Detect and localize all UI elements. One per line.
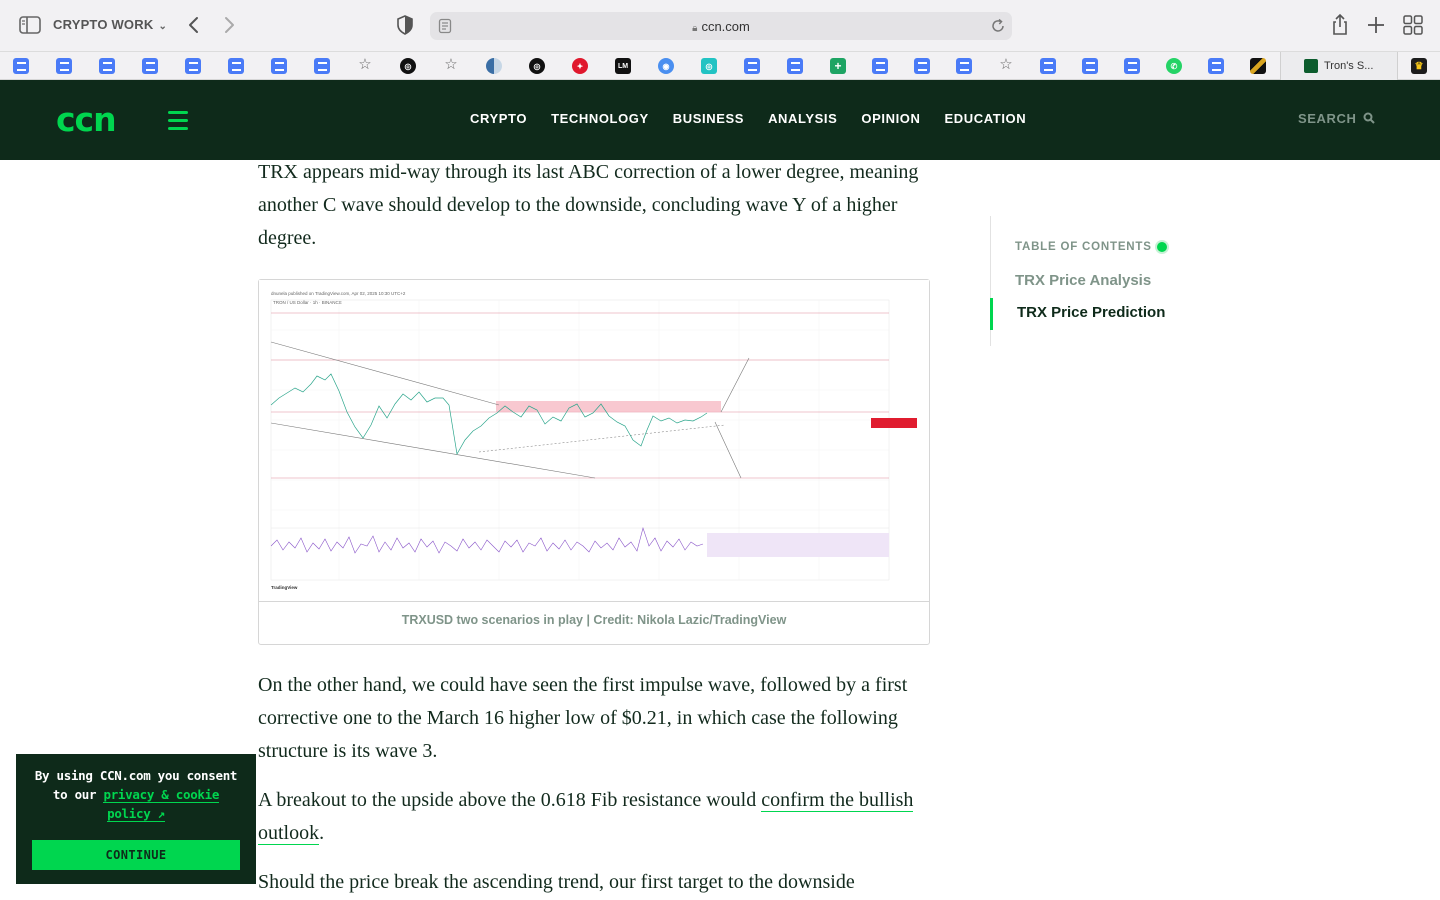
tradingview-chart-image[interactable]: dnunela published on TradingView.com, Ap… (259, 280, 929, 602)
privacy-shield-icon[interactable] (396, 15, 414, 35)
bookmark-docs-icon[interactable] (1082, 58, 1098, 74)
nav-business[interactable]: BUSINESS (673, 111, 744, 126)
bookmark-star-icon[interactable]: ☆ (357, 56, 373, 73)
chart-symbol-text: TRON / US Dollar · 1h · BINANCE (273, 300, 342, 305)
article-figure: dnunela published on TradingView.com, Ap… (258, 279, 930, 645)
reload-icon[interactable] (991, 18, 1006, 34)
paragraph-text: A breakout to the upside above the 0.618… (258, 789, 762, 811)
privacy-policy-link[interactable]: privacy & cookie policy ↗ (103, 787, 219, 822)
bookmark-docs-icon[interactable] (185, 58, 201, 74)
table-of-contents: TABLE OF CONTENTS TRX Price Analysis TRX… (990, 216, 1220, 346)
toc-active-indicator (990, 298, 993, 330)
bookmark-star-icon[interactable]: ☆ (443, 56, 459, 73)
toc-item-trx-price-analysis[interactable]: TRX Price Analysis (1015, 272, 1151, 289)
main-nav: CRYPTO TECHNOLOGY BUSINESS ANALYSIS OPIN… (470, 111, 1026, 126)
toc-title: TABLE OF CONTENTS (1015, 241, 1152, 253)
search-label: SEARCH (1298, 111, 1357, 126)
article-paragraph: TRX appears mid-way through its last ABC… (258, 161, 919, 249)
address-bar[interactable]: 🔒︎ ccn.com (430, 12, 1012, 40)
hamburger-menu-icon[interactable] (168, 111, 188, 130)
bookmark-docs-icon[interactable] (271, 58, 287, 74)
sidebar-toggle-icon[interactable] (19, 15, 41, 35)
bookmark-docs-icon[interactable] (56, 58, 72, 74)
forward-arrow-icon[interactable] (219, 14, 239, 36)
bookmark-globe-icon[interactable] (486, 58, 502, 74)
article-paragraph: A breakout to the upside above the 0.618… (258, 784, 930, 850)
nav-crypto[interactable]: CRYPTO (470, 111, 527, 126)
nav-technology[interactable]: TECHNOLOGY (551, 111, 649, 126)
bookmark-docs-icon[interactable] (13, 58, 29, 74)
tab-group-selector[interactable]: CRYPTO WORK ⌄ (53, 17, 167, 32)
bookmark-docs-icon[interactable] (228, 58, 244, 74)
site-header: ccn CRYPTO TECHNOLOGY BUSINESS ANALYSIS … (0, 80, 1440, 160)
bookmark-crown-icon[interactable]: ♛ (1411, 58, 1427, 74)
new-tab-icon[interactable] (1366, 14, 1386, 36)
bookmark-docs-icon[interactable] (99, 58, 115, 74)
bookmark-star-icon[interactable]: ☆ (998, 56, 1014, 73)
nav-analysis[interactable]: ANALYSIS (768, 111, 837, 126)
toc-progress-icon (1155, 240, 1169, 254)
tab-group-label: CRYPTO WORK (53, 17, 154, 32)
chevron-down-icon: ⌄ (158, 21, 168, 32)
tab-favicon-icon (1304, 59, 1318, 73)
bookmark-target-icon[interactable]: ◉ (658, 58, 674, 74)
browser-toolbar: CRYPTO WORK ⌄ 🔒︎ ccn.com (0, 0, 1440, 52)
lock-icon: 🔒︎ (692, 23, 698, 34)
bookmark-docs-icon[interactable] (744, 58, 760, 74)
trx-chart-svg: dnunela published on TradingView.com, Ap… (270, 291, 917, 590)
search-icon (1363, 112, 1375, 124)
url-display[interactable]: 🔒︎ ccn.com (430, 19, 1012, 34)
bookmarks-bar: ☆ ◎ ☆ ◎ ✦ LM ◉ ◎ + ☆ ✆ Tron's S... ♛ (0, 52, 1440, 80)
paragraph-text: . (319, 822, 325, 844)
tab-title: Tron's S... (1324, 60, 1374, 72)
continue-button[interactable]: CONTINUE (32, 840, 240, 870)
bookmark-lm-icon[interactable]: LM (615, 58, 631, 74)
bookmark-docs-icon[interactable] (1040, 58, 1056, 74)
bookmark-whatsapp-icon[interactable]: ✆ (1166, 58, 1182, 74)
bookmark-chatgpt-icon[interactable]: ◎ (529, 58, 545, 74)
bookmark-docs-icon[interactable] (956, 58, 972, 74)
nav-education[interactable]: EDUCATION (945, 111, 1027, 126)
bookmark-sheets-icon[interactable]: + (830, 58, 846, 74)
toc-item-trx-price-prediction[interactable]: TRX Price Prediction (1017, 304, 1165, 321)
article-paragraph: Should the price break the ascending tre… (258, 871, 855, 893)
url-text: ccn.com (701, 19, 750, 34)
share-icon[interactable] (1330, 13, 1350, 37)
bookmark-chatgpt-icon[interactable]: ◎ (400, 58, 416, 74)
cookie-text: By using CCN.com you consent to our priv… (34, 766, 238, 823)
bookmark-docs-icon[interactable] (142, 58, 158, 74)
bookmark-docs-icon[interactable] (872, 58, 888, 74)
bookmark-docs-icon[interactable] (1208, 58, 1224, 74)
bookmark-camera-icon[interactable]: ◎ (701, 58, 717, 74)
chart-header-text: dnunela published on TradingView.com, Ap… (271, 291, 406, 296)
chart-brand-text: TradingView (271, 585, 298, 590)
tab-overview-icon[interactable] (1403, 15, 1423, 35)
bookmark-docs-icon[interactable] (787, 58, 803, 74)
search-button[interactable]: SEARCH (1298, 111, 1375, 126)
bookmark-fox-icon[interactable]: ✦ (572, 58, 588, 74)
article-paragraph: On the other hand, we could have seen th… (258, 674, 908, 762)
bookmark-docs-icon[interactable] (914, 58, 930, 74)
figure-caption: TRXUSD two scenarios in play | Credit: N… (401, 613, 787, 627)
ccn-logo[interactable]: ccn (56, 103, 117, 136)
bookmark-photo-icon[interactable] (1250, 58, 1266, 74)
open-tab[interactable]: Tron's S... (1280, 52, 1398, 80)
bookmark-docs-icon[interactable] (314, 58, 330, 74)
back-arrow-icon[interactable] (184, 14, 204, 36)
cookie-consent-banner: By using CCN.com you consent to our priv… (16, 754, 256, 884)
nav-opinion[interactable]: OPINION (861, 111, 920, 126)
bookmark-docs-icon[interactable] (1124, 58, 1140, 74)
